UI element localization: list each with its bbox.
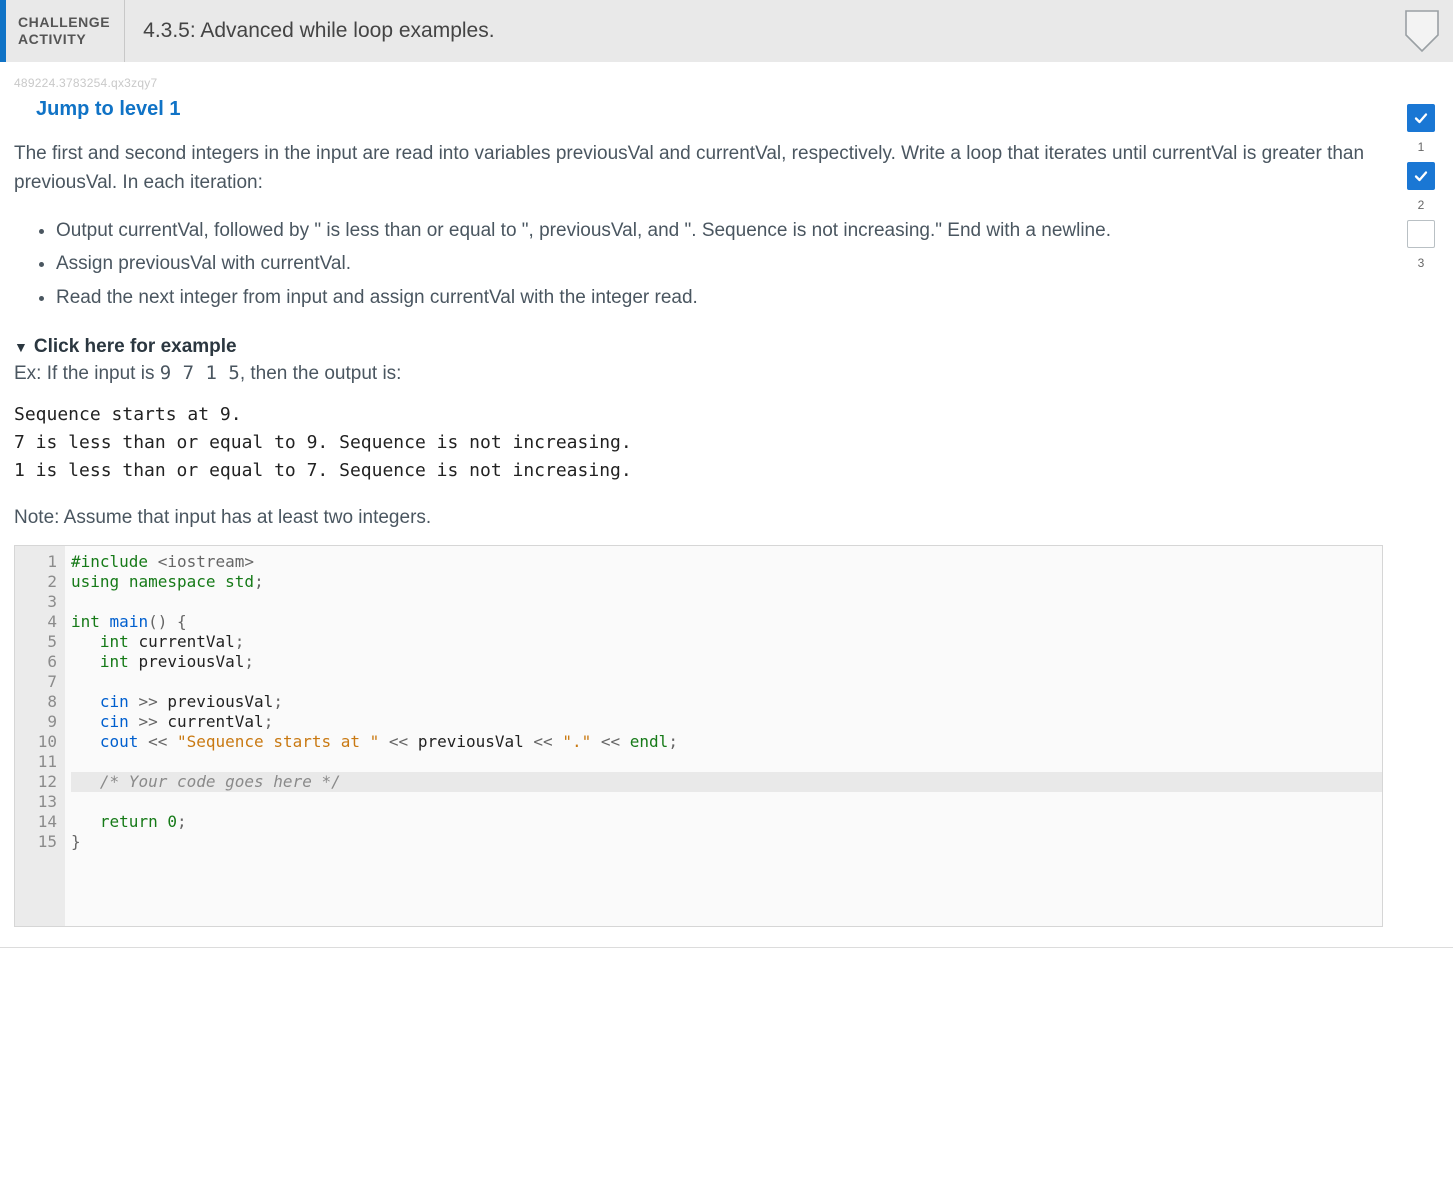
prompt-step: Read the next integer from input and ass… <box>56 283 1383 312</box>
prompt-step: Assign previousVal with currentVal. <box>56 249 1383 278</box>
prompt-step: Output currentVal, followed by " is less… <box>56 216 1383 245</box>
example-input-line: Ex: If the input is 9 7 1 5, then the ou… <box>14 362 1383 385</box>
example-prefix: Ex: If the input is <box>14 363 160 384</box>
level-indicator[interactable] <box>1407 162 1435 190</box>
level-indicator[interactable] <box>1407 104 1435 132</box>
example-output: Sequence starts at 9. 7 is less than or … <box>14 401 1383 485</box>
level-progress-sidebar: 1 2 3 <box>1403 98 1439 927</box>
caret-down-icon: ▼ <box>14 339 28 355</box>
prompt-lead: The first and second integers in the inp… <box>14 139 1383 198</box>
main-content: Jump to level 1 The first and second int… <box>14 98 1403 927</box>
line-number-gutter: 123456789101112131415 <box>15 546 65 926</box>
activity-header: CHALLENGE ACTIVITY 4.3.5: Advanced while… <box>0 0 1453 62</box>
prompt-steps: Output currentVal, followed by " is less… <box>20 216 1383 312</box>
example-toggle[interactable]: ▼ Click here for example <box>14 336 1383 358</box>
activity-title: 4.3.5: Advanced while loop examples. <box>125 0 1401 62</box>
tracking-code: 489224.3783254.qx3zqy7 <box>0 62 1453 98</box>
activity-type-line1: CHALLENGE <box>18 14 110 31</box>
example-input: 9 7 1 5 <box>160 362 240 384</box>
example-suffix: , then the output is: <box>240 363 402 384</box>
code-area[interactable]: #include <iostream>using namespace std; … <box>65 546 1382 926</box>
shield-icon <box>1401 0 1443 62</box>
jump-to-level-link[interactable]: Jump to level 1 <box>14 98 1383 139</box>
level-number: 3 <box>1418 256 1425 270</box>
level-number: 2 <box>1418 198 1425 212</box>
activity-type-label: CHALLENGE ACTIVITY <box>6 0 125 62</box>
level-number: 1 <box>1418 140 1425 154</box>
prompt-note: Note: Assume that input has at least two… <box>14 507 1383 529</box>
activity-type-line2: ACTIVITY <box>18 31 110 48</box>
example-toggle-label: Click here for example <box>34 336 237 358</box>
level-indicator[interactable] <box>1407 220 1435 248</box>
code-editor[interactable]: 123456789101112131415 #include <iostream… <box>14 545 1383 927</box>
